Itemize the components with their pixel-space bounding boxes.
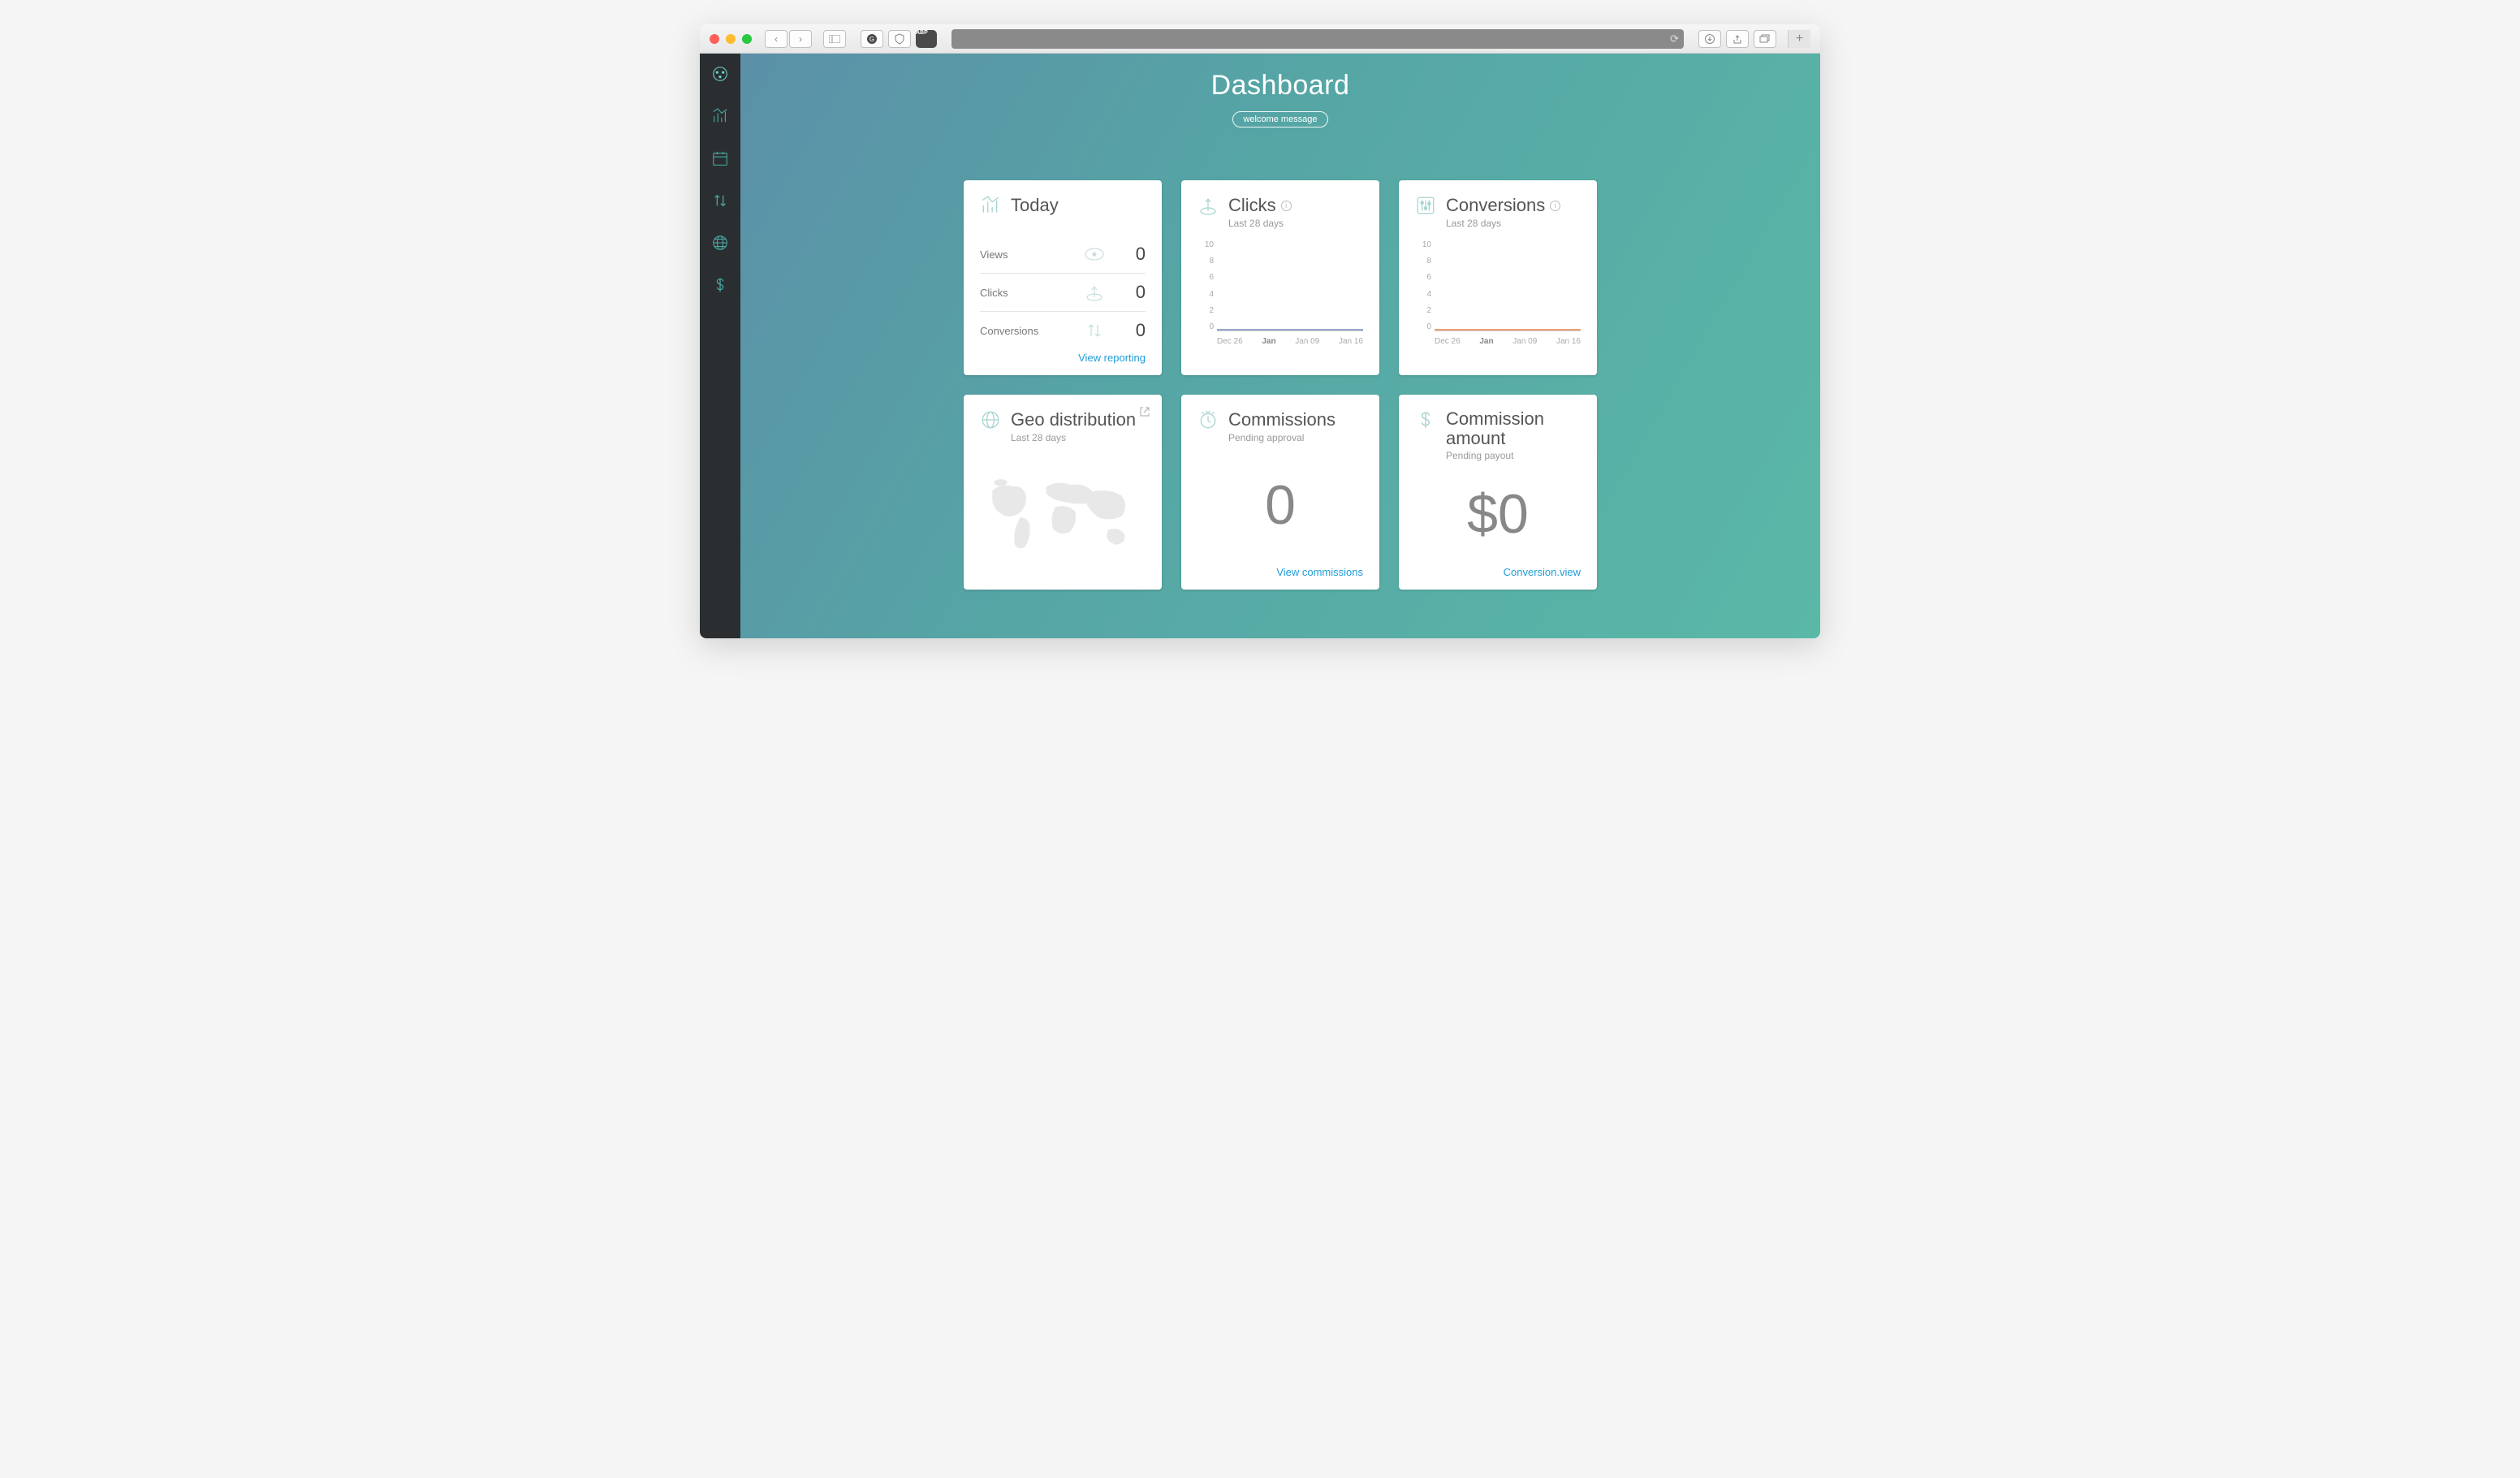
view-reporting-link[interactable]: View reporting — [980, 352, 1146, 364]
world-map — [980, 455, 1146, 577]
card-subtitle: Pending approval — [1228, 432, 1336, 443]
card-title: Geo distribution — [1011, 409, 1136, 430]
close-window-button[interactable] — [710, 34, 719, 44]
commissions-value: 0 — [1197, 443, 1363, 566]
reload-icon[interactable]: ⟳ — [1670, 32, 1679, 45]
conversions-chart: 1086420 Dec 26JanJan 09Jan 16 — [1415, 240, 1581, 346]
card-commission-amount: Commission amount Pending payout $0 Conv… — [1399, 395, 1597, 590]
view-commissions-link[interactable]: View commissions — [1197, 566, 1363, 578]
forward-button[interactable]: › — [789, 30, 812, 48]
extension-grammarly-icon[interactable]: G — [861, 30, 883, 48]
card-subtitle: Last 28 days — [1446, 218, 1560, 229]
tabs-button[interactable] — [1754, 30, 1776, 48]
commission-amount-value: $0 — [1415, 461, 1581, 566]
card-title: Conversions — [1446, 195, 1545, 216]
card-subtitle: Last 28 days — [1228, 218, 1292, 229]
card-subtitle: Pending payout — [1446, 450, 1581, 461]
share-button[interactable] — [1726, 30, 1749, 48]
extension-abp-icon[interactable]: ABP — [916, 30, 937, 48]
clicks-chart: 1086420 Dec 26JanJan 09Jan 16 — [1197, 240, 1363, 346]
traffic-lights — [710, 34, 752, 44]
sidebar-item-dashboard[interactable] — [711, 65, 729, 83]
titlebar: ‹ › G ABP ⟳ + — [700, 24, 1820, 54]
today-row-conversions: Conversions 0 — [980, 312, 1146, 349]
card-title: Commission amount — [1446, 409, 1581, 448]
sliders-icon — [1415, 195, 1436, 216]
content-area: Dashboard welcome message Today — [740, 54, 1820, 638]
eye-icon — [1053, 246, 1136, 262]
svg-text:G: G — [869, 36, 874, 43]
sidebar-item-calendar[interactable] — [711, 149, 729, 167]
sidebar-item-globe[interactable] — [711, 234, 729, 252]
today-row-views: Views 0 — [980, 236, 1146, 274]
click-icon — [1197, 195, 1219, 216]
dollar-icon — [1415, 409, 1436, 430]
click-icon — [1053, 283, 1136, 302]
address-bar[interactable]: ⟳ — [951, 29, 1684, 49]
info-icon[interactable]: i — [1281, 201, 1292, 211]
back-button[interactable]: ‹ — [765, 30, 788, 48]
card-geo: Geo distribution Last 28 days — [964, 395, 1162, 590]
card-subtitle: Last 28 days — [1011, 432, 1136, 443]
info-icon[interactable]: i — [1550, 201, 1560, 211]
chart-line — [1435, 329, 1581, 331]
browser-window: ‹ › G ABP ⟳ + — [700, 24, 1820, 638]
card-title: Clicks — [1228, 195, 1276, 216]
new-tab-button[interactable]: + — [1788, 30, 1810, 48]
sidebar-toggle-button[interactable] — [823, 30, 846, 48]
card-conversions: Conversions i Last 28 days 1086420 Dec 2… — [1399, 180, 1597, 375]
downloads-button[interactable] — [1698, 30, 1721, 48]
card-today: Today Views 0 Clicks 0 — [964, 180, 1162, 375]
chart-line — [1217, 329, 1363, 331]
sidebar-item-transfers[interactable] — [711, 192, 729, 210]
dashboard-grid: Today Views 0 Clicks 0 — [964, 180, 1597, 590]
external-link-icon[interactable] — [1139, 406, 1150, 421]
globe-icon — [980, 409, 1001, 430]
card-commissions: Commissions Pending approval 0 View comm… — [1181, 395, 1379, 590]
conversion-view-link[interactable]: Conversion.view — [1415, 566, 1581, 578]
sidebar-item-analytics[interactable] — [711, 107, 729, 125]
page-title: Dashboard — [740, 70, 1820, 102]
card-title: Today — [1011, 195, 1059, 216]
chart-up-icon — [980, 195, 1001, 216]
today-row-clicks: Clicks 0 — [980, 274, 1146, 312]
card-clicks: Clicks i Last 28 days 1086420 Dec 26JanJ… — [1181, 180, 1379, 375]
conversion-icon — [1053, 321, 1136, 340]
page-header: Dashboard welcome message — [740, 54, 1820, 136]
welcome-message-pill[interactable]: welcome message — [1232, 111, 1327, 127]
app-sidebar — [700, 54, 740, 638]
minimize-window-button[interactable] — [726, 34, 736, 44]
sidebar-item-payments[interactable] — [711, 276, 729, 294]
clock-icon — [1197, 409, 1219, 430]
card-title: Commissions — [1228, 409, 1336, 430]
maximize-window-button[interactable] — [742, 34, 752, 44]
extension-shield-icon[interactable] — [888, 30, 911, 48]
